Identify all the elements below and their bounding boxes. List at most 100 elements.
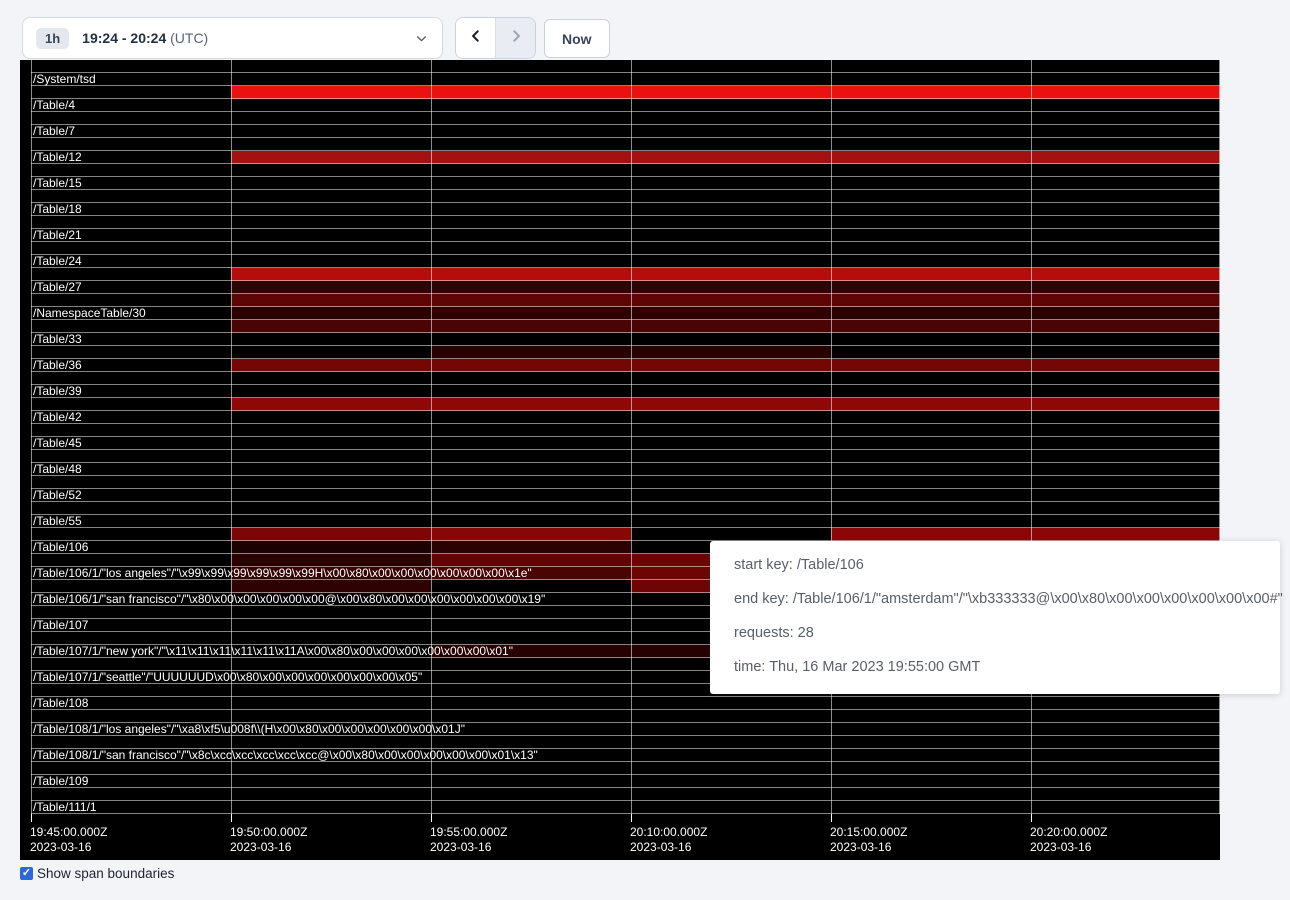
key-span-label: /Table/108/1/"san francisco"/"\x8c\xcc\x… <box>33 749 538 762</box>
key-span-label: /Table/111/1 <box>33 801 97 814</box>
span-boundary-line <box>31 462 1220 463</box>
time-grid-line <box>1219 60 1220 814</box>
span-boundary-line <box>31 436 1220 437</box>
time-grid-line <box>1031 60 1032 814</box>
span-boundary-line <box>31 384 1220 385</box>
checkmark-icon: ✓ <box>22 868 31 879</box>
time-grid-line <box>431 60 432 814</box>
span-boundary-line <box>31 345 1220 346</box>
span-boundary-line <box>31 410 1220 411</box>
key-span-label: /Table/21 <box>33 229 82 242</box>
span-boundary-line <box>31 241 1220 242</box>
axis-time-label: 20:20:00.000Z2023-03-16 <box>1030 825 1107 855</box>
tooltip-requests: requests: 28 <box>734 623 1256 644</box>
span-boundary-line <box>31 306 1220 307</box>
span-boundary-line <box>31 332 1220 333</box>
key-span-label: /Table/24 <box>33 255 82 268</box>
key-span-label: /Table/39 <box>33 385 82 398</box>
time-grid-line <box>231 60 232 814</box>
range-timezone: (UTC) <box>166 30 208 46</box>
span-boundary-line <box>31 488 1220 489</box>
key-span-label: /Table/4 <box>33 99 75 112</box>
show-span-boundaries-checkbox[interactable]: ✓ <box>20 867 33 880</box>
span-boundary-line <box>31 696 1220 697</box>
show-span-boundaries-label: Show span boundaries <box>37 866 174 881</box>
chevron-down-icon <box>415 32 428 45</box>
key-span-label: /Table/27 <box>33 281 82 294</box>
key-span-label: /Table/12 <box>33 151 82 164</box>
span-boundary-line <box>31 267 1220 268</box>
time-nav-group <box>455 17 536 59</box>
span-boundary-line <box>31 150 1220 151</box>
key-span-label: /Table/107/1/"new york"/"\x11\x11\x11\x1… <box>33 645 513 658</box>
prev-range-button[interactable] <box>456 18 495 58</box>
span-boundary-line <box>31 449 1220 450</box>
time-grid-line <box>831 60 832 814</box>
tooltip-start-key: start key: /Table/106 <box>734 555 1256 576</box>
span-boundary-line <box>31 111 1220 112</box>
tooltip-end-key: end key: /Table/106/1/"amsterdam"/"\xb33… <box>734 589 1256 610</box>
key-span-label: /Table/36 <box>33 359 82 372</box>
axis-time-label: 20:10:00.000Z2023-03-16 <box>630 825 707 855</box>
span-boundary-line <box>31 124 1220 125</box>
time-range-picker[interactable]: 1h 19:24 - 20:24 (UTC) <box>22 17 443 59</box>
time-grid-line <box>631 60 632 814</box>
axis-tick <box>31 814 32 822</box>
next-range-button[interactable] <box>495 18 535 58</box>
key-span-label: /Table/107 <box>33 619 88 632</box>
span-boundary-line <box>31 176 1220 177</box>
span-boundary-line <box>31 163 1220 164</box>
span-boundary-line <box>31 215 1220 216</box>
span-boundary-line <box>31 228 1220 229</box>
key-span-label: /Table/106/1/"los angeles"/"\x99\x99\x99… <box>33 567 532 580</box>
span-boundary-line <box>31 202 1220 203</box>
key-span-label: /Table/42 <box>33 411 82 424</box>
range-duration-badge: 1h <box>36 28 69 49</box>
span-boundary-line <box>31 527 1220 528</box>
span-boundary-line <box>31 501 1220 502</box>
span-boundary-line <box>31 709 1220 710</box>
key-span-label: /Table/109 <box>33 775 88 788</box>
tooltip-time: time: Thu, 16 Mar 2023 19:55:00 GMT <box>734 657 1256 678</box>
axis-tick <box>231 814 232 822</box>
span-boundary-line <box>31 189 1220 190</box>
span-boundary-line <box>31 98 1220 99</box>
key-span-label: /Table/7 <box>33 125 75 138</box>
now-button[interactable]: Now <box>544 19 610 58</box>
axis-tick <box>631 814 632 822</box>
span-boundary-line <box>31 787 1220 788</box>
axis-time-label: 19:55:00.000Z2023-03-16 <box>430 825 507 855</box>
heatmap-canvas[interactable]: 19:45:00.000Z2023-03-16 19:50:00.000Z2023… <box>20 60 1220 860</box>
span-boundary-line <box>31 85 1220 86</box>
key-span-label: /NamespaceTable/30 <box>33 307 146 320</box>
chevron-left-icon <box>469 28 483 49</box>
span-boundary-line <box>31 280 1220 281</box>
span-boundary-line <box>31 254 1220 255</box>
axis-tick <box>431 814 432 822</box>
range-text: 19:24 - 20:24 (UTC) <box>82 30 208 46</box>
span-boundary-line <box>31 319 1220 320</box>
key-span-label: /Table/106/1/"san francisco"/"\x80\x00\x… <box>33 593 545 606</box>
axis-tick <box>1031 814 1032 822</box>
axis-time-label: 19:45:00.000Z2023-03-16 <box>30 825 107 855</box>
key-span-label: /Table/33 <box>33 333 82 346</box>
span-boundary-line <box>31 514 1220 515</box>
axis-tick <box>831 814 832 822</box>
span-boundary-line <box>31 293 1220 294</box>
span-boundary-line <box>31 774 1220 775</box>
span-boundary-line <box>31 423 1220 424</box>
span-boundary-line <box>31 72 1220 73</box>
span-boundary-line <box>31 813 1220 814</box>
hover-tooltip: start key: /Table/106 end key: /Table/10… <box>710 541 1280 694</box>
key-span-label: /Table/108/1/"los angeles"/"\xa8\xf5\u00… <box>33 723 465 736</box>
span-boundary-line <box>31 358 1220 359</box>
span-boundary-line <box>31 137 1220 138</box>
span-boundary-line <box>31 397 1220 398</box>
axis-time-label: 20:15:00.000Z2023-03-16 <box>830 825 907 855</box>
key-span-label: /System/tsd <box>33 73 96 86</box>
axis-time-label: 19:50:00.000Z2023-03-16 <box>230 825 307 855</box>
key-span-label: /Table/107/1/"seattle"/"UUUUUUD\x00\x80\… <box>33 671 422 684</box>
key-span-label: /Table/55 <box>33 515 82 528</box>
key-span-label: /Table/45 <box>33 437 82 450</box>
key-span-label: /Table/106 <box>33 541 88 554</box>
